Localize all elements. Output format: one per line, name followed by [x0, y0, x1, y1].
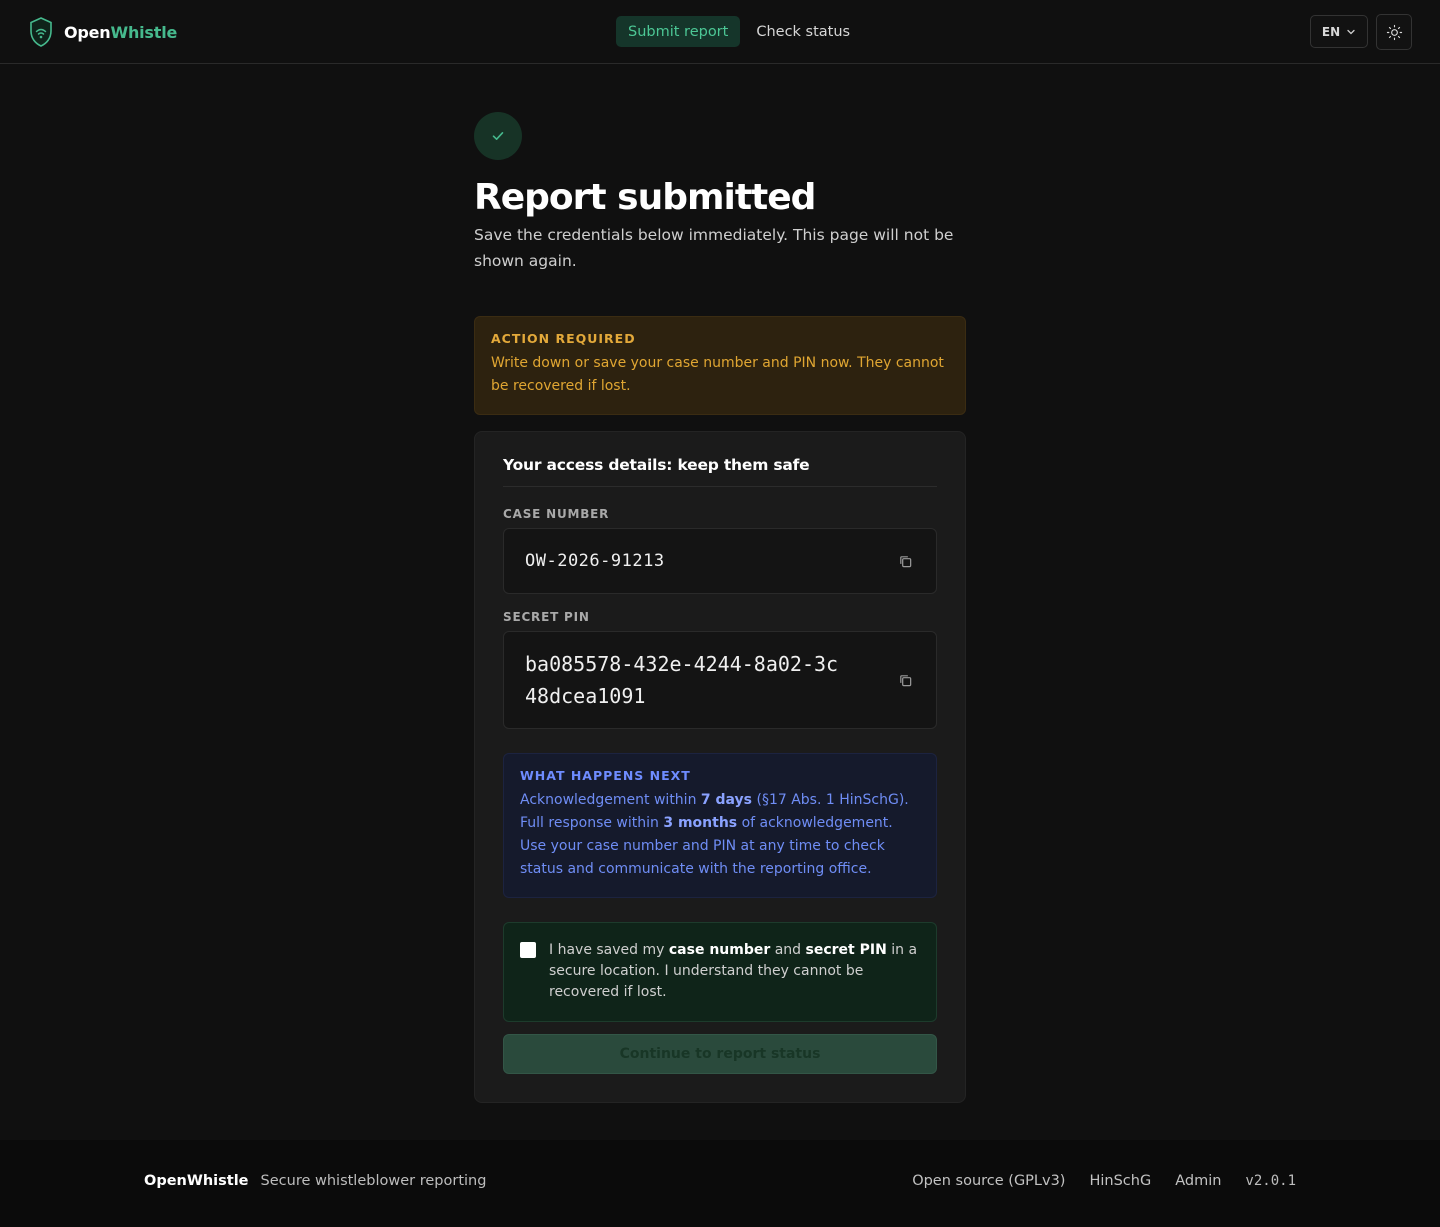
alert-title: ACTION REQUIRED	[491, 331, 636, 346]
action-required-alert: ACTION REQUIRED Write down or save your …	[474, 316, 966, 415]
check-icon	[492, 132, 504, 140]
main-content: Report submitted Save the credentials be…	[474, 112, 966, 1103]
info-title: WHAT HAPPENS NEXT	[520, 768, 691, 783]
save-confirmation: I have saved my case number and secret P…	[503, 922, 937, 1022]
continue-button[interactable]: Continue to report status	[503, 1034, 937, 1074]
copy-icon	[899, 555, 911, 567]
card-title: Your access details: keep them safe	[503, 456, 937, 487]
success-badge	[474, 112, 522, 160]
footer-link-admin[interactable]: Admin	[1175, 1173, 1221, 1189]
main-nav: Submit report Check status	[616, 16, 862, 47]
app-version: v2.0.1	[1245, 1173, 1296, 1189]
footer-brand-area: OpenWhistle Secure whistleblower reporti…	[144, 1173, 486, 1189]
secret-pin-label: SECRET PIN	[503, 610, 590, 624]
footer-link-open-source[interactable]: Open source (GPLv3)	[912, 1173, 1065, 1189]
sun-icon	[1386, 24, 1402, 40]
confirm-saved-checkbox[interactable]	[520, 942, 536, 958]
info-text: Acknowledgement within 7 days (§17 Abs. …	[520, 792, 909, 877]
copy-case-number-button[interactable]	[895, 551, 915, 571]
next-steps-info: WHAT HAPPENS NEXT Acknowledgement within…	[503, 753, 937, 898]
footer-links: Open source (GPLv3) HinSchG Admin v2.0.1	[912, 1173, 1296, 1189]
page-subtitle: Save the credentials below immediately. …	[474, 226, 954, 270]
page-title: Report submitted	[474, 177, 816, 218]
footer: OpenWhistle Secure whistleblower reporti…	[0, 1140, 1440, 1227]
footer-tagline: Secure whistleblower reporting	[260, 1173, 487, 1189]
top-bar: OpenWhistle Submit report Check status E…	[0, 0, 1440, 64]
language-select[interactable]: EN	[1310, 15, 1368, 48]
case-number-field: OW-2026-91213	[503, 528, 937, 594]
copy-icon	[899, 674, 911, 686]
access-details-card: Your access details: keep them safe CASE…	[474, 431, 966, 1103]
secret-pin-value[interactable]: ba085578-432e-4244-8a02-3c48dcea1091	[525, 648, 845, 712]
brand[interactable]: OpenWhistle	[29, 16, 177, 48]
case-number-value[interactable]: OW-2026-91213	[525, 551, 665, 571]
alert-text: Write down or save your case number and …	[491, 355, 944, 394]
shield-logo-icon	[30, 17, 52, 47]
theme-toggle-button[interactable]	[1376, 14, 1412, 50]
case-number-label: CASE NUMBER	[503, 507, 610, 521]
confirm-saved-label[interactable]: I have saved my case number and secret P…	[549, 940, 920, 1003]
nav-submit-report[interactable]: Submit report	[616, 16, 741, 47]
chevron-down-icon	[1347, 29, 1355, 34]
nav-check-status[interactable]: Check status	[744, 16, 862, 47]
brand-name: OpenWhistle	[64, 22, 178, 42]
language-label: EN	[1321, 24, 1341, 39]
secret-pin-field: ba085578-432e-4244-8a02-3c48dcea1091	[503, 631, 937, 729]
footer-brand: OpenWhistle	[144, 1173, 249, 1189]
footer-link-hinschg[interactable]: HinSchG	[1089, 1173, 1151, 1189]
copy-pin-button[interactable]	[895, 670, 915, 690]
